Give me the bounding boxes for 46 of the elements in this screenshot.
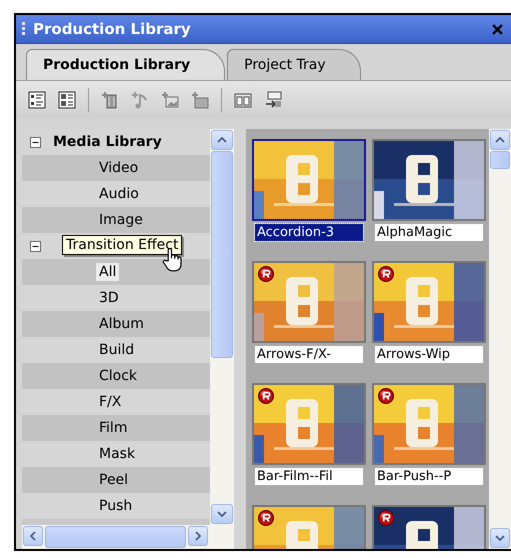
tree-item[interactable]: Video	[96, 159, 142, 177]
scroll-down-icon[interactable]	[495, 535, 505, 541]
thumbnail-label: Arrows-Wip	[375, 346, 483, 363]
vertical-scrollbar[interactable]	[210, 129, 234, 525]
thumbnail-label: Bar-Push--P	[375, 468, 483, 485]
folder-plus-icon[interactable]	[191, 91, 209, 109]
tree-item[interactable]: Push	[96, 497, 136, 515]
scroll-left-icon[interactable]	[30, 531, 36, 541]
tree-item[interactable]: Film	[96, 419, 130, 437]
thumbnail-label: Bar-Film--Fil	[255, 468, 363, 485]
tree-item[interactable]: Image	[96, 211, 146, 229]
scroll-right-icon[interactable]	[195, 531, 201, 541]
tree-item[interactable]: All	[96, 263, 120, 281]
thumbnail-label: Arrows-F/X-	[255, 346, 363, 363]
film-plus-icon[interactable]	[101, 91, 119, 109]
close-icon[interactable]	[492, 24, 503, 34]
frames-icon[interactable]	[234, 91, 252, 109]
clock-arrow-icon[interactable]	[264, 91, 282, 109]
collapse-icon[interactable]	[30, 240, 41, 252]
tooltip: Transition Effect	[62, 235, 182, 255]
grid-view-icon[interactable]	[58, 91, 76, 109]
scroll-thumb[interactable]	[211, 151, 233, 358]
tree-item[interactable]: Build	[96, 341, 138, 359]
tree-item[interactable]: Mask	[96, 445, 138, 463]
scroll-up-icon[interactable]	[217, 137, 227, 143]
collapse-icon[interactable]	[30, 136, 41, 148]
tree-item[interactable]: F/X	[96, 393, 124, 411]
thumbnail-label: Accordion-3	[255, 224, 363, 241]
tree-item[interactable]: Clock	[96, 367, 140, 385]
horizontal-scrollbar[interactable]	[22, 525, 234, 549]
tree-item[interactable]: Peel	[96, 471, 132, 489]
tree-item[interactable]: Audio	[96, 185, 142, 203]
image-plus-icon[interactable]	[161, 91, 179, 109]
list-view-icon[interactable]	[28, 91, 46, 109]
scroll-down-icon[interactable]	[217, 511, 227, 517]
tab[interactable]: Project Tray	[227, 49, 361, 80]
vertical-scrollbar[interactable]	[489, 129, 511, 549]
tab[interactable]: Production Library	[26, 49, 226, 80]
scroll-thumb[interactable]	[490, 151, 510, 169]
scroll-thumb[interactable]	[45, 526, 186, 548]
thumbnail-label: AlphaMagic	[375, 224, 483, 241]
grip-icon	[22, 22, 25, 36]
tree-item[interactable]: 3D	[96, 289, 122, 307]
tree-item[interactable]: Album	[96, 315, 147, 333]
window-title: Production Library	[33, 20, 192, 38]
scroll-up-icon[interactable]	[495, 137, 505, 143]
